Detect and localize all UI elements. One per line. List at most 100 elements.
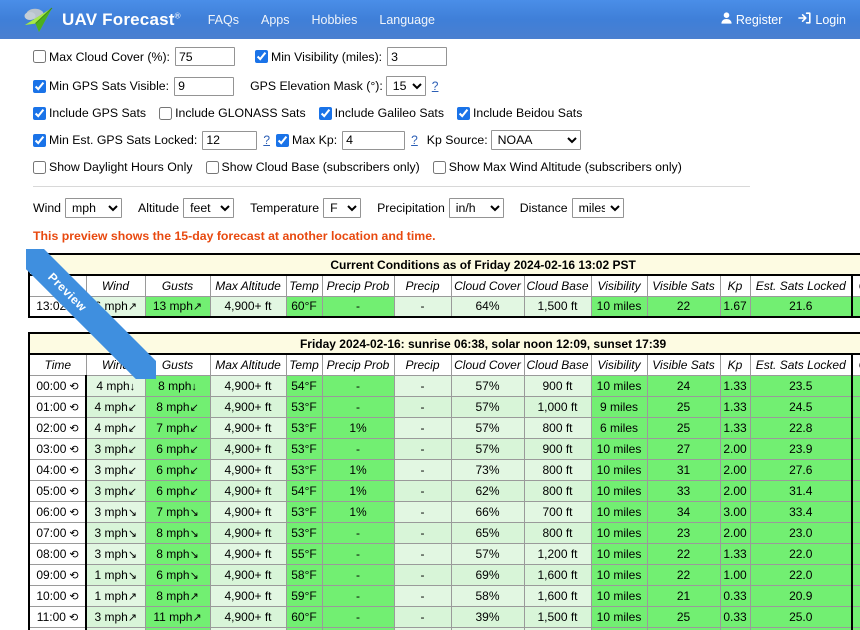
cell-precip-prob: -: [321, 295, 395, 318]
max-cloud-cover-checkbox[interactable]: [33, 50, 46, 63]
include-glonass-checkbox[interactable]: [159, 106, 173, 120]
cell-precip-value: -: [420, 504, 425, 519]
altitude-unit-select[interactable]: feet: [183, 198, 235, 218]
cell-kp-value: 2.00: [723, 483, 747, 498]
include-gps-checkbox[interactable]: [33, 106, 46, 120]
min-gps-sats-visible-input[interactable]: [174, 76, 235, 96]
temperature-unit-field: Temperature F: [250, 198, 362, 218]
login-button[interactable]: Login: [798, 12, 846, 27]
max-kp-input[interactable]: [342, 130, 406, 150]
table-row: 03:00 ⟲ 3 mph↙ 6 mph↙ 4,900+ ft 53°F - -57% 900…: [28, 437, 860, 460]
min-est-sats-locked-help-icon[interactable]: ?: [263, 133, 270, 147]
wind-arrow-icon: ↗: [127, 301, 138, 314]
cell-visible-sats-value: 22: [676, 546, 691, 561]
wind-unit-select[interactable]: mph: [65, 198, 123, 218]
max-kp-help-icon[interactable]: ?: [411, 133, 418, 147]
user-icon: [721, 12, 732, 27]
cell-temp-value: 53°F: [291, 525, 317, 540]
cell-visibility-value: 10 miles: [596, 609, 642, 624]
cell-cloud-base: 1,600 ft: [523, 563, 592, 586]
min-est-sats-locked-input[interactable]: [202, 130, 258, 150]
nav-item-language[interactable]: Language: [368, 13, 446, 27]
cell-time-value: 01:00: [36, 399, 67, 414]
cell-wind-value: 1 mph: [94, 588, 128, 603]
cell-good-to-fly: yes: [850, 374, 860, 397]
register-label: Register: [735, 12, 783, 27]
cell-est-sats-locked: 23.9: [749, 437, 853, 460]
cell-temp-value: 54°F: [291, 483, 317, 498]
cell-max-altitude: 4,900+ ft: [209, 479, 287, 502]
cell-visible-sats: 25: [646, 605, 721, 628]
cell-visibility-value: 10 miles: [596, 588, 642, 603]
cell-est-sats-locked: 25.0: [749, 605, 853, 628]
min-gps-sats-visible-checkbox[interactable]: [33, 79, 46, 93]
show-cloud-base-checkbox[interactable]: [205, 160, 219, 174]
col-visibility: Visibility: [590, 274, 648, 297]
nav-item-faqs[interactable]: FAQs: [197, 13, 250, 27]
cell-precip: -: [393, 295, 452, 318]
min-visibility-checkbox[interactable]: [254, 50, 268, 63]
cell-precip-prob-value: -: [356, 588, 360, 603]
max-kp-checkbox[interactable]: [276, 133, 289, 147]
register-button[interactable]: Register: [721, 12, 783, 27]
current-conditions-table: Current Conditions as of Friday 2024-02-…: [27, 253, 860, 318]
nav-item-hobbies[interactable]: Hobbies: [301, 13, 369, 27]
altitude-unit-field: Altitude feet: [138, 198, 235, 218]
cell-temp: 53°F: [285, 500, 323, 523]
gps-elevation-mask-select[interactable]: 15: [385, 76, 426, 96]
kp-source-select[interactable]: NOAA: [490, 130, 581, 150]
cell-temp-value: 53°F: [291, 420, 317, 435]
show-max-wind-altitude-checkbox[interactable]: [432, 160, 446, 174]
cell-precip-prob-value: 1%: [349, 483, 367, 498]
brand-title[interactable]: UAV Forecast®: [62, 10, 181, 30]
temperature-unit-select[interactable]: F: [323, 198, 362, 218]
cell-good-to-fly: yes: [850, 500, 860, 523]
cell-temp-value: 60°F: [291, 609, 317, 624]
min-visibility-field: Min Visibility (miles):: [254, 47, 448, 66]
include-galileo-field: Include Galileo Sats: [318, 106, 449, 120]
cell-precip-value: -: [420, 420, 425, 435]
show-daylight-only-checkbox[interactable]: [33, 160, 46, 174]
precipitation-unit-select[interactable]: in/h: [448, 198, 504, 218]
cell-time: 08:00 ⟲: [28, 542, 87, 565]
cell-precip-prob: 1%: [321, 479, 395, 502]
include-beidou-checkbox[interactable]: [456, 106, 470, 120]
min-est-sats-locked-checkbox[interactable]: [33, 133, 46, 147]
wind-direction-icon: ⟲: [66, 485, 79, 498]
cell-visible-sats: 34: [646, 500, 721, 523]
cell-visibility-value: 10 miles: [596, 462, 642, 477]
cell-wind-value: 3 mph: [94, 609, 128, 624]
nav-item-apps[interactable]: Apps: [250, 13, 301, 27]
cell-max-altitude-value: 4,900+ ft: [224, 378, 272, 393]
cell-gusts: 6 mph↙: [144, 437, 211, 460]
cell-max-altitude: 4,900+ ft: [209, 605, 287, 628]
cell-precip: -: [393, 416, 452, 439]
cell-gusts: 8 mph↘: [144, 542, 211, 565]
cell-max-altitude-value: 4,900+ ft: [224, 588, 272, 603]
cell-good-to-fly: yes: [850, 584, 860, 607]
include-galileo-checkbox[interactable]: [318, 106, 332, 120]
cell-good-to-fly: yes: [850, 605, 860, 628]
cell-cloud-cover: 57%: [450, 374, 525, 397]
cell-wind-value: 3 mph: [94, 483, 128, 498]
cell-visibility: 10 miles: [590, 605, 648, 628]
max-cloud-cover-input[interactable]: [174, 47, 235, 66]
cell-precip-prob-value: -: [356, 567, 360, 582]
cell-visible-sats: 31: [646, 458, 721, 481]
distance-unit-select[interactable]: miles: [571, 198, 624, 218]
paper-plane-cloud-logo[interactable]: [22, 5, 56, 35]
cell-wind: 3 mph↗: [85, 605, 146, 628]
gps-elevation-mask-help-icon[interactable]: ?: [432, 79, 439, 93]
cell-cloud-cover: 64%: [450, 295, 525, 318]
min-visibility-input[interactable]: [387, 47, 448, 66]
col-good-to-fly: Good To Fly?: [850, 274, 860, 297]
include-beidou-field: Include Beidou Sats: [456, 106, 587, 120]
cell-kp: 2.00: [719, 521, 751, 544]
cell-kp-value: 1.33: [723, 378, 747, 393]
wind-direction-icon: ⟲: [69, 301, 79, 314]
brand-label: UAV Forecast: [62, 9, 175, 29]
kp-source-field: Kp Source: NOAA: [424, 130, 581, 150]
cell-visibility: 10 miles: [590, 521, 648, 544]
cell-time-value: 13:02: [36, 299, 67, 314]
cell-visible-sats-value: 34: [676, 504, 691, 519]
